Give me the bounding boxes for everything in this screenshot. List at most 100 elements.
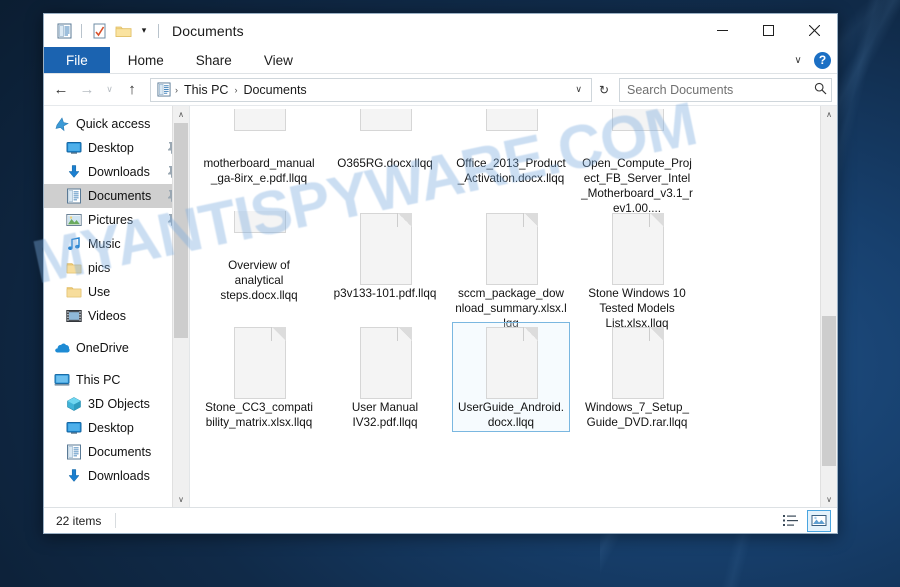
minimize-button[interactable] bbox=[699, 14, 745, 47]
sidebar-item-downloads-14[interactable]: Downloads bbox=[44, 464, 189, 488]
sidebar-item-desktop-1[interactable]: Desktop bbox=[44, 136, 189, 160]
breadcrumb-separator-1[interactable]: › bbox=[233, 85, 238, 95]
search-icon[interactable] bbox=[814, 82, 827, 98]
expand-ribbon-chevron-icon[interactable]: ∨ bbox=[790, 55, 806, 66]
sidebar-item-documents-13[interactable]: Documents bbox=[44, 440, 189, 464]
sidebar-item-onedrive-9[interactable]: OneDrive bbox=[44, 336, 189, 360]
file-tile[interactable]: O365RG.docx.llqq bbox=[326, 106, 444, 200]
documents-icon bbox=[66, 444, 82, 460]
sidebar-item-downloads-2[interactable]: Downloads bbox=[44, 160, 189, 184]
sidebar-item-this-pc-10[interactable]: This PC bbox=[44, 368, 189, 392]
ribbon-tab-bar: File Home Share View ∨ ? bbox=[44, 47, 837, 74]
address-bar: ← → ∨ ↑ › This PC › Documents ∨ ↻ Search… bbox=[44, 74, 837, 106]
customize-toolbar-chevron-icon[interactable]: ▾ bbox=[135, 20, 153, 42]
sidebar-item-label: Documents bbox=[88, 189, 152, 203]
large-icons-view-button[interactable] bbox=[807, 509, 831, 532]
sidebar-item-use-7[interactable]: Use bbox=[44, 280, 189, 304]
breadcrumb-dropdown-icon[interactable]: ∨ bbox=[570, 84, 587, 95]
file-tile[interactable]: Stone Windows 10 Tested Models List.xlsx… bbox=[578, 208, 696, 330]
breadcrumb-item-this-pc[interactable]: This PC bbox=[181, 83, 231, 97]
up-button[interactable]: ↑ bbox=[120, 78, 144, 102]
sidebar-item-quick-access-0[interactable]: Quick access bbox=[44, 112, 189, 136]
sidebar-item-3d-objects-11[interactable]: 3D Objects bbox=[44, 392, 189, 416]
breadcrumb-separator-0[interactable]: › bbox=[174, 85, 179, 95]
tab-share[interactable]: Share bbox=[180, 47, 248, 73]
file-tile[interactable]: Open_Compute_Project_FB_Server_Intel_Mot… bbox=[578, 106, 696, 215]
file-grid: motherboard_manual_ga-8irx_e.pdf.llqq O36… bbox=[190, 106, 821, 507]
tab-view[interactable]: View bbox=[248, 47, 309, 73]
file-name-label: Open_Compute_Project_FB_Server_Intel_Mot… bbox=[581, 157, 693, 215]
documents-icon bbox=[66, 188, 82, 204]
sidebar-item-pictures-4[interactable]: Pictures bbox=[44, 208, 189, 232]
sidebar-item-label: Pictures bbox=[88, 213, 134, 227]
sidebar-item-label: This PC bbox=[76, 373, 121, 387]
nav-group-gap bbox=[44, 328, 189, 336]
sidebar-item-pics-6[interactable]: pics bbox=[44, 256, 189, 280]
nav-scroll-up-icon[interactable]: ∧ bbox=[173, 106, 189, 122]
sidebar-item-label: Desktop bbox=[88, 421, 134, 435]
nav-scroll-thumb[interactable] bbox=[174, 123, 188, 338]
back-button[interactable]: ← bbox=[49, 78, 73, 102]
file-icon bbox=[354, 211, 416, 285]
sidebar-item-label: OneDrive bbox=[76, 341, 129, 355]
maximize-button[interactable] bbox=[745, 14, 791, 47]
close-button[interactable] bbox=[791, 14, 837, 47]
file-tile[interactable]: User Manual IV32.pdf.llqq bbox=[326, 322, 444, 432]
sidebar-item-documents-3[interactable]: Documents bbox=[44, 184, 189, 208]
file-tile[interactable]: sccm_package_download_summary.xlsx.llqq bbox=[452, 208, 570, 330]
file-tile[interactable]: Office_2013_Product_Activation.docx.llqq bbox=[452, 106, 570, 200]
toolbar-divider bbox=[81, 23, 82, 38]
sidebar-item-label: Use bbox=[88, 285, 111, 299]
file-tile[interactable]: Windows_7_Setup_Guide_DVD.rar.llqq bbox=[578, 322, 696, 432]
refresh-button[interactable]: ↻ bbox=[594, 79, 614, 101]
recent-locations-chevron-icon[interactable]: ∨ bbox=[101, 78, 118, 102]
file-tile[interactable]: UserGuide_Android.docx.llqq bbox=[452, 322, 570, 432]
file-name-label: Overview of analytical steps.docx.llqq bbox=[220, 259, 298, 302]
sidebar-item-label: 3D Objects bbox=[88, 397, 150, 411]
quick-access-toolbar: ▾ Documents bbox=[44, 19, 244, 43]
navigation-scrollbar[interactable]: ∧ ∨ bbox=[172, 106, 189, 507]
tab-home[interactable]: Home bbox=[112, 47, 180, 73]
file-icon bbox=[228, 209, 290, 257]
breadcrumb[interactable]: › This PC › Documents ∨ bbox=[150, 77, 592, 102]
file-tile[interactable]: Overview of analytical steps.docx.llqq bbox=[200, 208, 318, 302]
content-scroll-thumb[interactable] bbox=[822, 316, 836, 466]
file-tile[interactable]: p3v133-101.pdf.llqq bbox=[326, 208, 444, 318]
music-icon bbox=[66, 236, 82, 252]
file-icon bbox=[354, 325, 416, 399]
sidebar-item-label: Desktop bbox=[88, 141, 134, 155]
sidebar-item-label: Quick access bbox=[76, 117, 151, 131]
toolbar-divider-2 bbox=[158, 23, 159, 38]
explorer-body: Quick access Desktop Downloads Documents Pic… bbox=[44, 106, 837, 507]
documents-icon[interactable] bbox=[52, 19, 76, 43]
nav-scroll-down-icon[interactable]: ∨ bbox=[173, 491, 189, 507]
sidebar-item-label: Documents bbox=[88, 445, 152, 459]
help-icon[interactable]: ? bbox=[814, 51, 831, 69]
file-icon bbox=[606, 107, 668, 155]
content-scrollbar[interactable]: ∧ ∨ bbox=[820, 106, 837, 507]
content-scroll-down-icon[interactable]: ∨ bbox=[821, 491, 837, 507]
breadcrumb-item-documents[interactable]: Documents bbox=[240, 83, 309, 97]
search-input[interactable]: Search Documents bbox=[619, 77, 832, 102]
file-tile[interactable]: Stone_CC3_compatibility_matrix.xlsx.llqq bbox=[200, 322, 318, 432]
download-icon bbox=[66, 468, 82, 484]
file-icon bbox=[480, 107, 542, 155]
sidebar-item-label: Downloads bbox=[88, 469, 150, 483]
download-icon bbox=[66, 164, 82, 180]
details-view-button[interactable] bbox=[779, 510, 803, 532]
forward-button[interactable]: → bbox=[75, 78, 99, 102]
pin-star-icon bbox=[54, 116, 70, 132]
tab-file[interactable]: File bbox=[44, 47, 110, 73]
sidebar-item-videos-8[interactable]: Videos bbox=[44, 304, 189, 328]
sidebar-item-desktop-12[interactable]: Desktop bbox=[44, 416, 189, 440]
properties-icon[interactable] bbox=[87, 19, 111, 43]
search-placeholder: Search Documents bbox=[627, 82, 734, 97]
file-name-label: O365RG.docx.llqq bbox=[337, 157, 433, 170]
content-scroll-up-icon[interactable]: ∧ bbox=[821, 106, 837, 122]
sidebar-item-music-5[interactable]: Music bbox=[44, 232, 189, 256]
file-icon bbox=[606, 325, 668, 399]
new-folder-icon[interactable] bbox=[111, 19, 135, 43]
file-tile[interactable]: motherboard_manual_ga-8irx_e.pdf.llqq bbox=[200, 106, 318, 200]
file-name-label: Office_2013_Product_Activation.docx.llqq bbox=[456, 157, 566, 185]
file-list-pane[interactable]: motherboard_manual_ga-8irx_e.pdf.llqq O36… bbox=[190, 106, 837, 507]
